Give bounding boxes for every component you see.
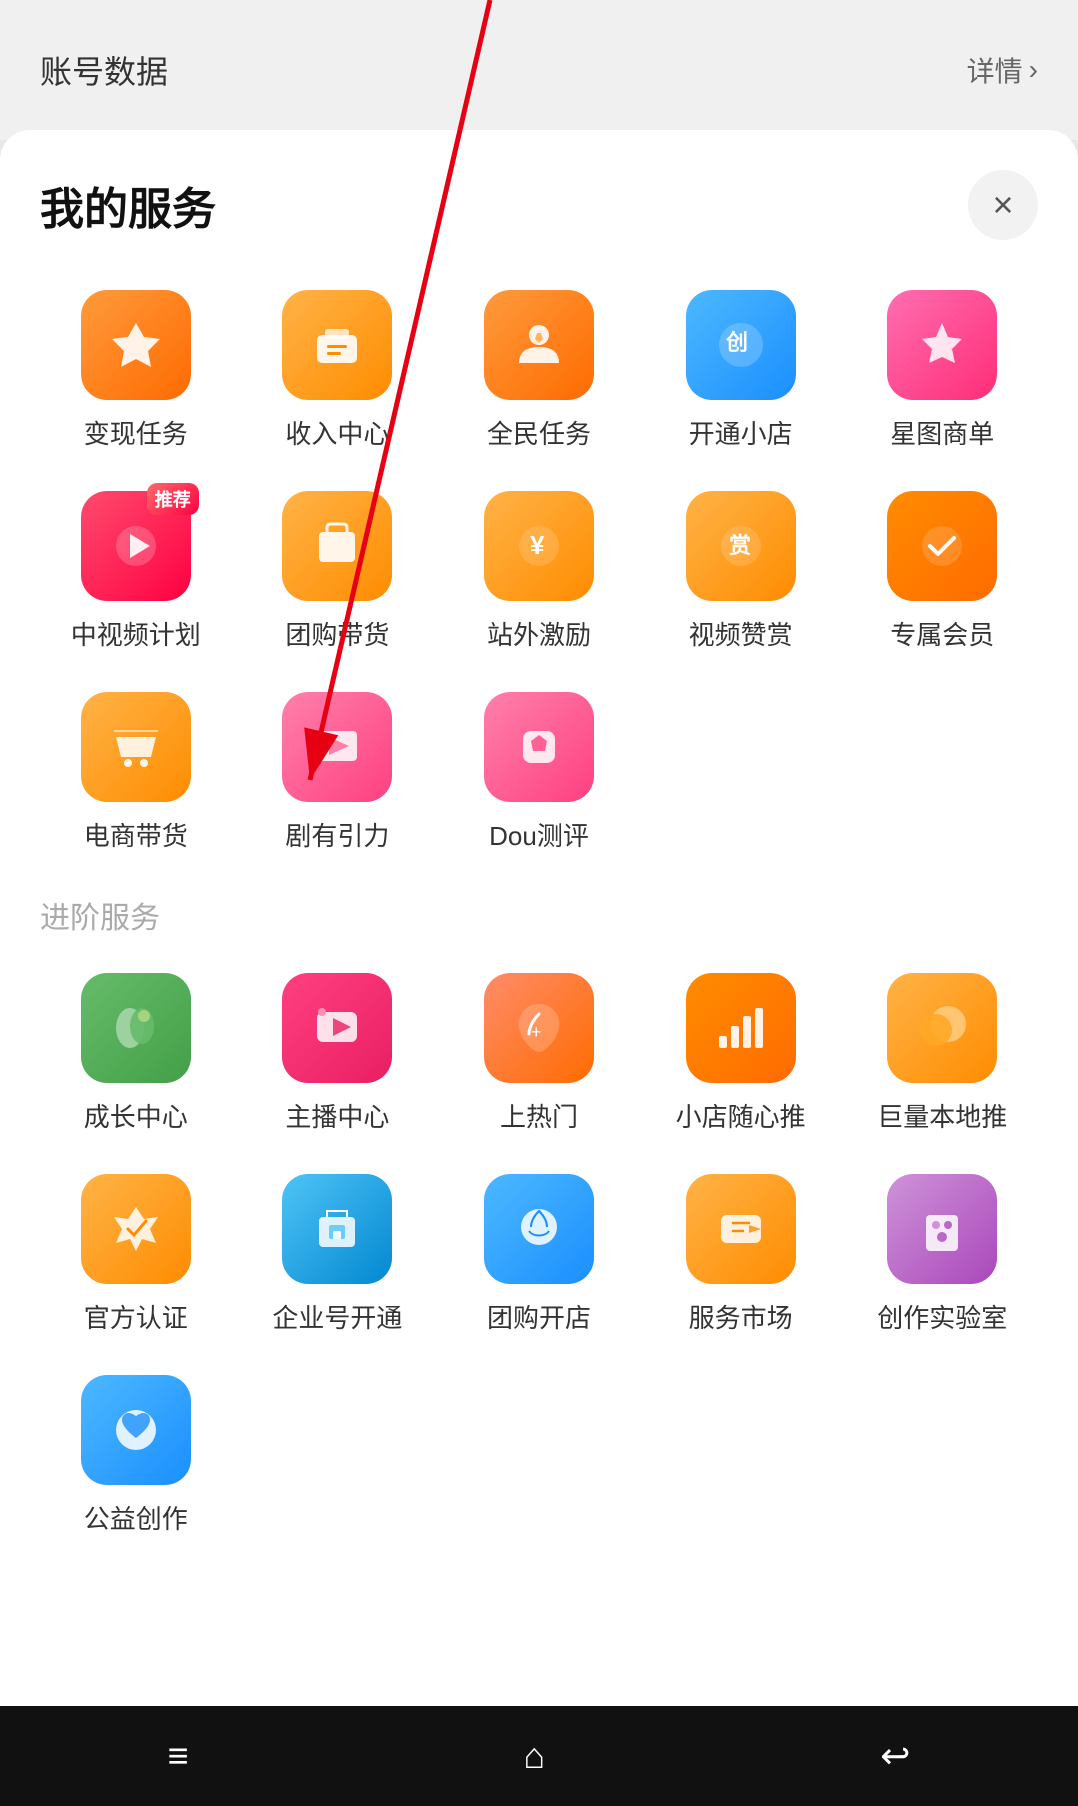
service-item-juyou[interactable]: 剧有引力 [242, 692, 434, 853]
service-item-tuangou[interactable]: 团购带货 [242, 491, 434, 652]
bottom-nav: ≡ ⌂ ↩ [0, 1706, 1078, 1806]
service-icon-chengzhang [81, 973, 191, 1083]
service-icon-dianshang [81, 692, 191, 802]
service-icon-zhuanshu [887, 491, 997, 601]
service-label-qiye: 企业号开通 [272, 1298, 402, 1335]
service-icon-zhubo [282, 973, 392, 1083]
service-icon-qiye [282, 1174, 392, 1284]
service-item-xiaodian[interactable]: 小店随心推 [645, 973, 837, 1134]
advanced-section-label: 进阶服务 [40, 893, 1038, 937]
modal-title: 我的服务 [40, 173, 216, 237]
service-label-zhanwai: 站外激励 [487, 615, 591, 652]
service-item-guanfang[interactable]: 官方认证 [40, 1174, 232, 1335]
nav-back-icon[interactable]: ↩ [880, 1735, 910, 1777]
service-grid-row3: 电商带货 剧有引力 Dou测评 [40, 692, 1038, 853]
svg-text:创: 创 [725, 330, 748, 355]
service-label-bianhuan: 变现任务 [84, 414, 188, 451]
service-icon-bianhuan [81, 290, 191, 400]
nav-menu-icon[interactable]: ≡ [168, 1735, 189, 1777]
service-item-chengzhang[interactable]: 成长中心 [40, 973, 232, 1134]
service-item-zhuanshu[interactable]: 专属会员 [846, 491, 1038, 652]
service-label-tuangouks: 团购开店 [487, 1298, 591, 1335]
service-item-fuwu[interactable]: 服务市场 [645, 1174, 837, 1335]
service-label-dou: Dou测评 [489, 816, 589, 853]
service-grid-row6: 公益创作 [40, 1375, 1038, 1536]
detail-link[interactable]: 详情 › [967, 50, 1038, 90]
account-data-label: 账号数据 [40, 47, 168, 93]
service-item-dou[interactable]: Dou测评 [443, 692, 635, 853]
service-label-gongyi: 公益创作 [84, 1499, 188, 1536]
service-label-shipin: 视频赞赏 [689, 615, 793, 652]
service-item-kaishi[interactable]: 创开通小店 [645, 290, 837, 451]
service-item-qiye[interactable]: 企业号开通 [242, 1174, 434, 1335]
service-icon-quanmin [484, 290, 594, 400]
service-label-zhubo: 主播中心 [285, 1097, 389, 1134]
service-item-juliang[interactable]: 巨量本地推 [846, 973, 1038, 1134]
service-icon-tuangou [282, 491, 392, 601]
svg-text:+: + [531, 1022, 542, 1042]
service-label-xiaodian: 小店随心推 [676, 1097, 806, 1134]
badge-zhongshipin: 推荐 [147, 483, 199, 515]
modal-sheet: 我的服务 × 变现任务收入中心全民任务创开通小店星图商单 推荐中视频计划团购带货… [0, 130, 1078, 1706]
service-icon-shangremen: + [484, 973, 594, 1083]
service-label-chuangzuo: 创作实验室 [877, 1298, 1007, 1335]
service-item-chuangzuo[interactable]: 创作实验室 [846, 1174, 1038, 1335]
service-item-quanmin[interactable]: 全民任务 [443, 290, 635, 451]
service-icon-shipin: 赏 [686, 491, 796, 601]
service-label-tuangou: 团购带货 [285, 615, 389, 652]
service-item-shipin[interactable]: 赏视频赞赏 [645, 491, 837, 652]
service-label-zhuanshu: 专属会员 [890, 615, 994, 652]
service-icon-juliang [887, 973, 997, 1083]
svg-text:¥: ¥ [530, 530, 545, 560]
svg-text:赏: 赏 [729, 533, 751, 558]
service-item-shangremen[interactable]: + 上热门 [443, 973, 635, 1134]
service-icon-kaishi: 创 [686, 290, 796, 400]
service-item-zhubo[interactable]: 主播中心 [242, 973, 434, 1134]
service-item-bianhuan[interactable]: 变现任务 [40, 290, 232, 451]
service-icon-xiaodian [686, 973, 796, 1083]
service-grid-row2: 推荐中视频计划团购带货¥站外激励赏视频赞赏专属会员 [40, 491, 1038, 652]
service-icon-gongyi [81, 1375, 191, 1485]
service-icon-fuwu [686, 1174, 796, 1284]
service-item-tuangouks[interactable]: 团购开店 [443, 1174, 635, 1335]
service-label-juliang: 巨量本地推 [877, 1097, 1007, 1134]
service-icon-shouru [282, 290, 392, 400]
service-grid-row4: 成长中心 主播中心 + 上热门 小店随心推 巨量本地推 [40, 973, 1038, 1134]
modal-header: 我的服务 × [40, 170, 1038, 240]
service-icon-zhongshipin: 推荐 [81, 491, 191, 601]
service-item-zhongshipin[interactable]: 推荐中视频计划 [40, 491, 232, 652]
service-label-shangremen: 上热门 [500, 1097, 578, 1134]
service-item-dianshang[interactable]: 电商带货 [40, 692, 232, 853]
nav-home-icon[interactable]: ⌂ [524, 1735, 546, 1777]
service-icon-juyou [282, 692, 392, 802]
service-label-kaishi: 开通小店 [689, 414, 793, 451]
service-label-juyou: 剧有引力 [285, 816, 389, 853]
service-item-xingtujhm[interactable]: 星图商单 [846, 290, 1038, 451]
service-item-gongyi[interactable]: 公益创作 [40, 1375, 232, 1536]
service-icon-guanfang [81, 1174, 191, 1284]
service-grid-row1: 变现任务收入中心全民任务创开通小店星图商单 [40, 290, 1038, 451]
service-label-xingtujhm: 星图商单 [890, 414, 994, 451]
service-item-shouru[interactable]: 收入中心 [242, 290, 434, 451]
service-label-chengzhang: 成长中心 [84, 1097, 188, 1134]
service-icon-xingtujhm [887, 290, 997, 400]
service-label-dianshang: 电商带货 [84, 816, 188, 853]
service-icon-chuangzuo [887, 1174, 997, 1284]
service-label-guanfang: 官方认证 [84, 1298, 188, 1335]
service-icon-dou [484, 692, 594, 802]
service-label-shouru: 收入中心 [285, 414, 389, 451]
service-item-zhanwai[interactable]: ¥ 站外激励 [443, 491, 635, 652]
service-label-quanmin: 全民任务 [487, 414, 591, 451]
background-top: 账号数据 详情 › [0, 0, 1078, 140]
service-label-fuwu: 服务市场 [689, 1298, 793, 1335]
service-grid-row5: 官方认证 企业号开通 团购开店 服务市场 创作实验室 [40, 1174, 1038, 1335]
close-button[interactable]: × [968, 170, 1038, 240]
service-icon-tuangouks [484, 1174, 594, 1284]
service-icon-zhanwai: ¥ [484, 491, 594, 601]
service-label-zhongshipin: 中视频计划 [71, 615, 201, 652]
